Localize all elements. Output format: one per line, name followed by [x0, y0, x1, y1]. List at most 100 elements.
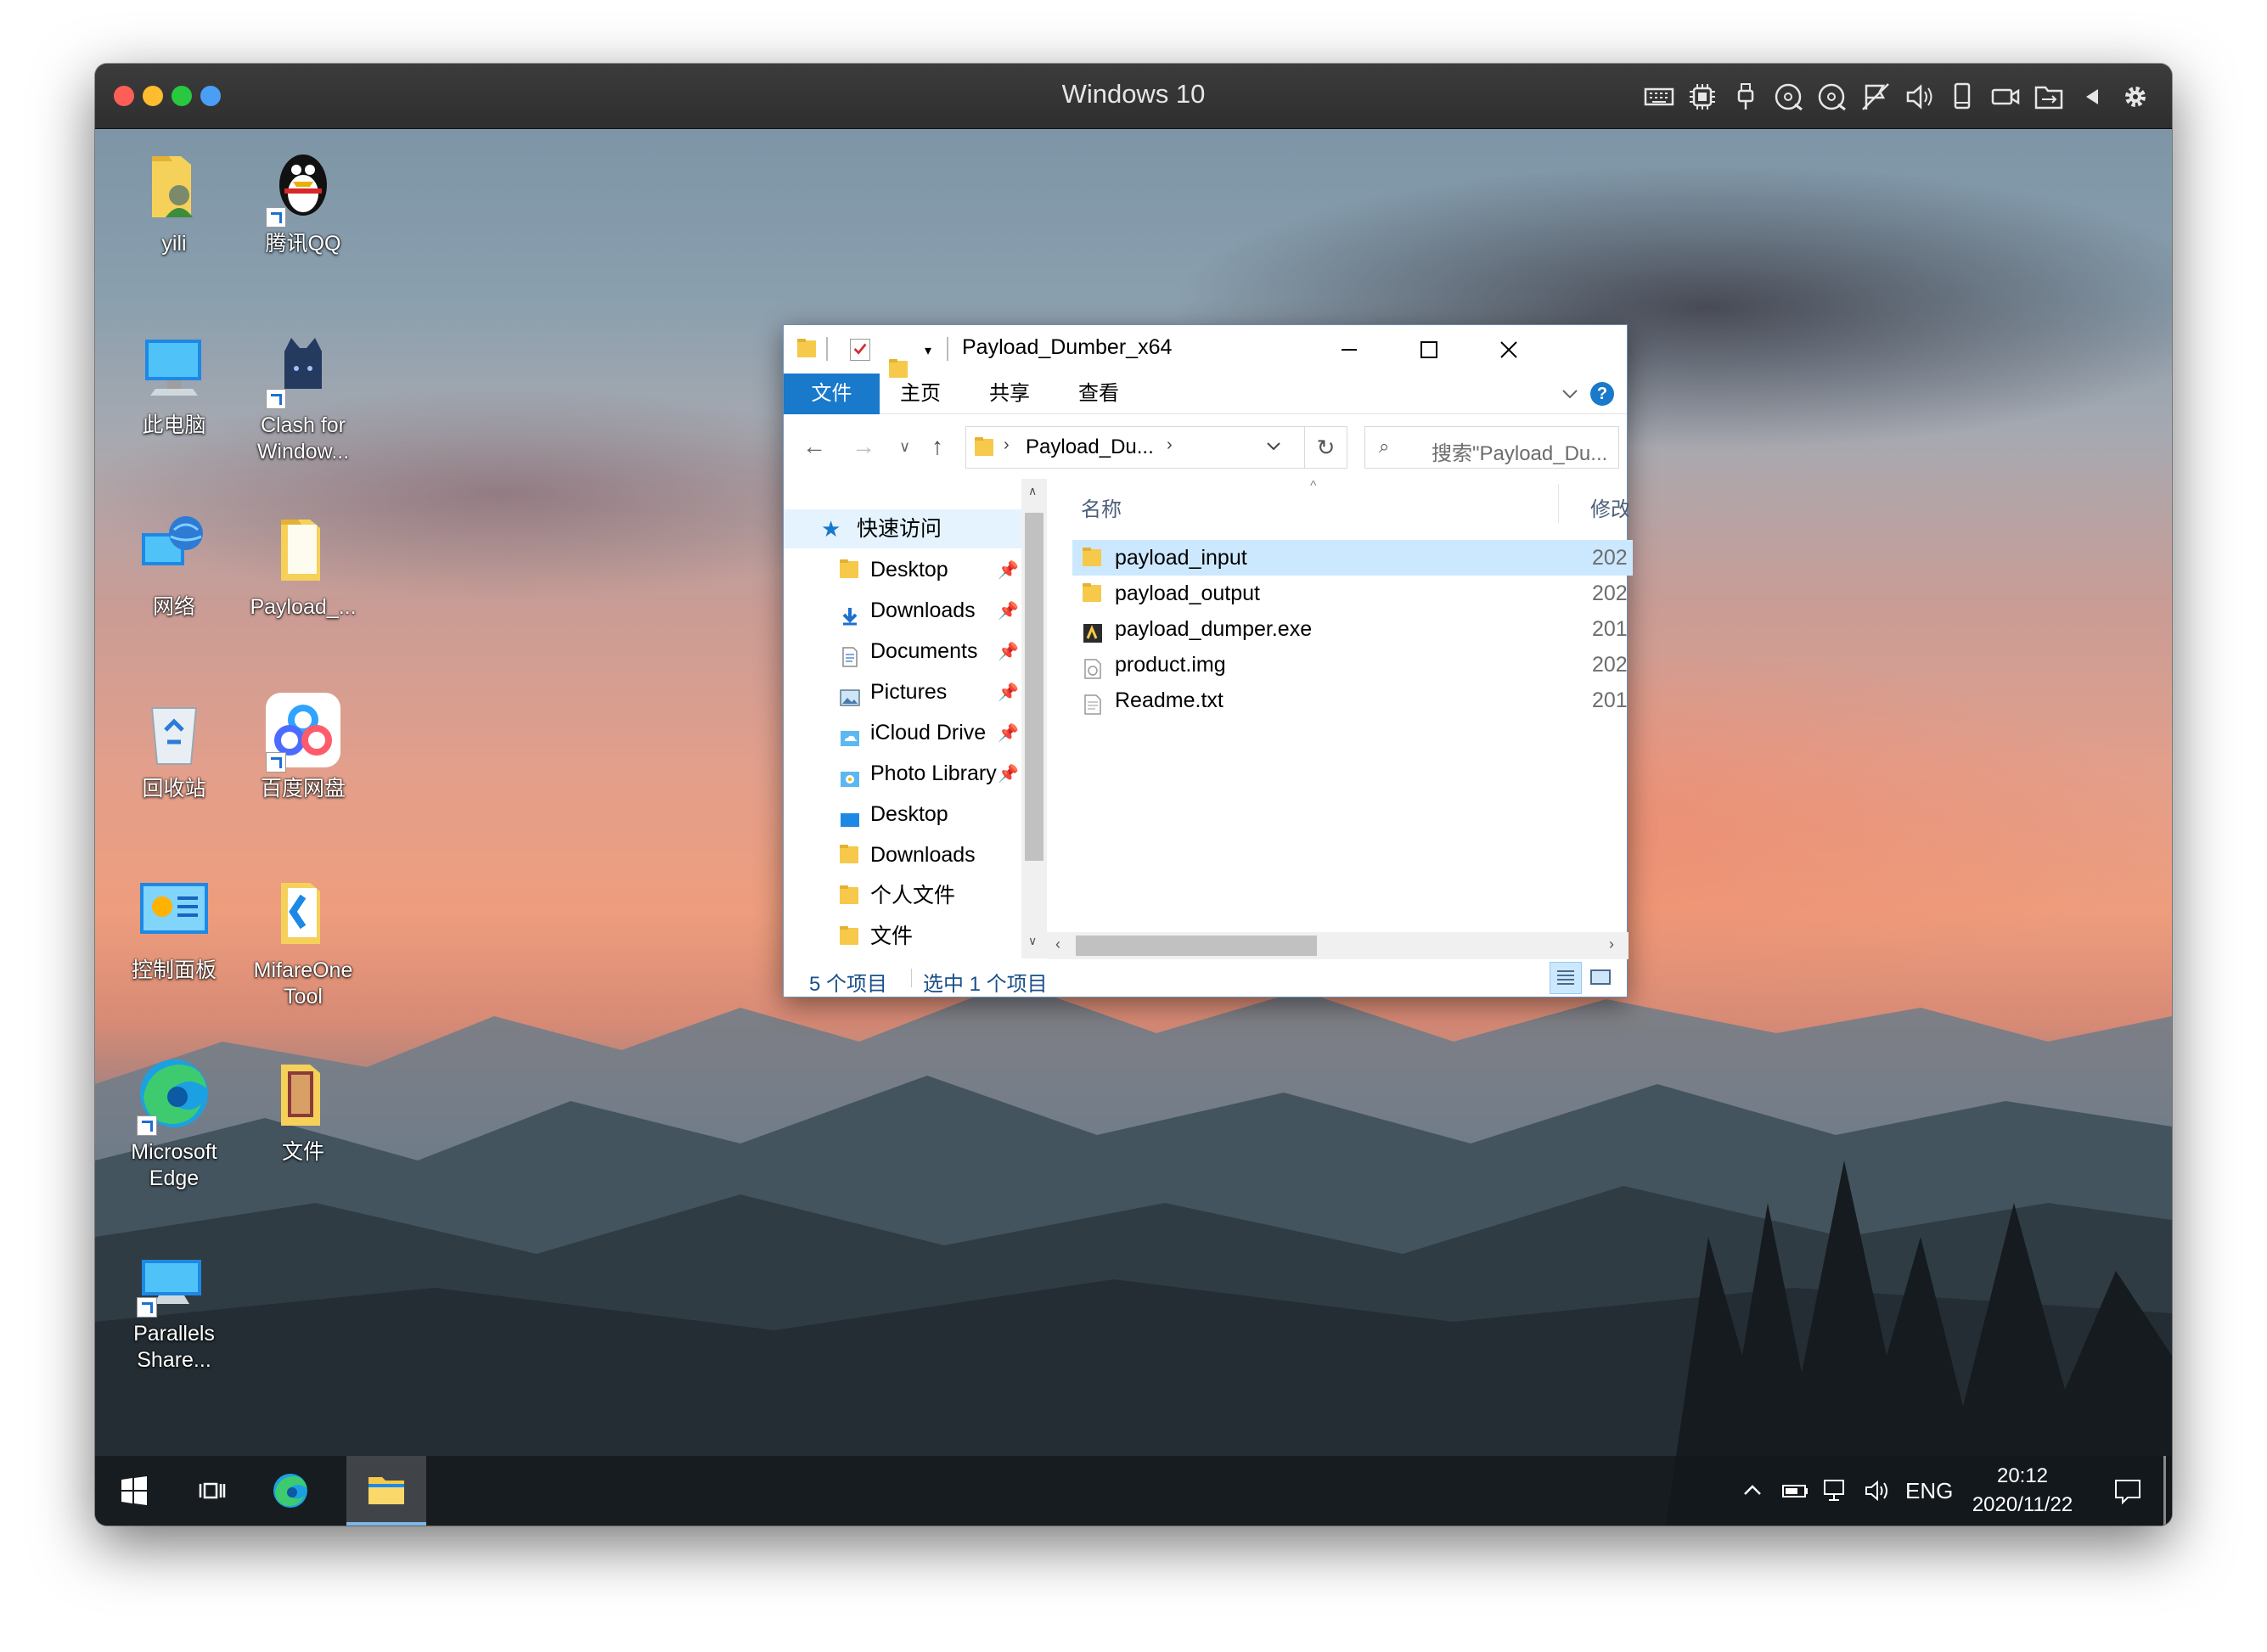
- start-button[interactable]: [95, 1456, 173, 1526]
- recent-dropdown-icon[interactable]: ∨: [899, 438, 910, 456]
- scroll-right-icon[interactable]: ›: [1609, 936, 1614, 953]
- nav-item-desktop[interactable]: Desktop 📌: [784, 550, 1030, 589]
- navigation-pane: ★ 快速访问 Desktop 📌 Downloads 📌 Documents 📌 Pi…: [784, 479, 1047, 958]
- desktop-icon-mifare[interactable]: MifareOne Tool: [239, 871, 367, 1010]
- column-header-name[interactable]: 名称: [1081, 492, 1122, 522]
- tab-view[interactable]: 查看: [1058, 374, 1139, 414]
- desktop-icon-edge[interactable]: Microsoft Edge: [110, 1053, 238, 1192]
- desktop-icon-files[interactable]: 文件: [239, 1053, 367, 1166]
- desktop-icon-recycle-bin[interactable]: 回收站: [110, 689, 238, 802]
- pin-icon[interactable]: 📌: [998, 673, 1019, 712]
- desktop-icon-clash[interactable]: Clash for Window...: [239, 326, 367, 465]
- file-row[interactable]: product.img 202: [1072, 647, 1633, 683]
- scroll-left-icon[interactable]: ‹: [1055, 936, 1060, 953]
- scrollbar-thumb[interactable]: [1076, 936, 1317, 956]
- file-row[interactable]: Readme.txt 201: [1072, 683, 1633, 718]
- task-view-button[interactable]: [173, 1456, 251, 1526]
- details-view-icon[interactable]: [1550, 962, 1582, 994]
- file-row[interactable]: payload_dumper.exe 201: [1072, 611, 1633, 647]
- no-flag-icon[interactable]: [1859, 81, 1892, 113]
- properties-icon[interactable]: [850, 339, 870, 361]
- edge-taskbar-icon[interactable]: [251, 1456, 329, 1526]
- show-hidden-icons[interactable]: [1741, 1456, 1764, 1526]
- gear-icon[interactable]: [2119, 81, 2152, 113]
- nav-item-icloud[interactable]: iCloud Drive 📌: [784, 713, 1030, 752]
- nav-quick-access[interactable]: ★ 快速访问: [784, 509, 1030, 548]
- collapse-icon[interactable]: [2076, 81, 2108, 113]
- keyboard-icon[interactable]: [1643, 81, 1675, 113]
- desktop-icon-baidu[interactable]: 百度网盘: [239, 689, 367, 802]
- maximize-button[interactable]: [1389, 325, 1469, 374]
- nav-item-downloads[interactable]: Downloads 📌: [784, 591, 1030, 630]
- desktop-icon-payload[interactable]: Payload_...: [239, 508, 367, 621]
- nav-item-desktop-2[interactable]: Desktop: [784, 795, 1030, 834]
- file-explorer-taskbar-icon[interactable]: [346, 1456, 426, 1526]
- desktop-icon-parallels[interactable]: Parallels Share...: [110, 1234, 238, 1374]
- scroll-down-icon[interactable]: ∨: [1028, 934, 1037, 948]
- cpu-icon[interactable]: [1686, 81, 1719, 113]
- nav-item-personal[interactable]: 个人文件: [784, 876, 1030, 915]
- pin-icon[interactable]: 📌: [998, 632, 1019, 671]
- parallels-share-icon: [133, 1234, 215, 1318]
- scroll-up-icon[interactable]: ∧: [1028, 484, 1037, 498]
- horizontal-scrollbar[interactable]: ‹ ›: [1047, 932, 1629, 959]
- nav-item-files[interactable]: 文件: [784, 917, 1030, 956]
- action-center-icon[interactable]: [2112, 1456, 2143, 1526]
- tab-file[interactable]: 文件: [784, 374, 880, 414]
- pin-icon[interactable]: 📌: [998, 592, 1019, 631]
- nav-item-pictures[interactable]: Pictures 📌: [784, 672, 1030, 711]
- quick-access-dropdown-icon[interactable]: ▾: [925, 342, 931, 359]
- file-row[interactable]: payload_input 202: [1072, 540, 1633, 576]
- usb-icon[interactable]: [1730, 81, 1762, 113]
- clock[interactable]: 20:12 2020/11/22: [1963, 1456, 2082, 1526]
- file-row[interactable]: payload_output 202: [1072, 576, 1633, 611]
- search-input[interactable]: ⌕ 搜索"Payload_Du...: [1364, 426, 1619, 469]
- large-icons-view-icon[interactable]: [1585, 962, 1617, 994]
- pin-icon[interactable]: 📌: [998, 551, 1019, 590]
- pin-icon[interactable]: 📌: [998, 755, 1019, 794]
- desktop-icon-user[interactable]: yili: [110, 144, 238, 257]
- cd-icon[interactable]: [1773, 81, 1805, 113]
- nav-scrollbar[interactable]: ∧ ∨: [1021, 479, 1047, 958]
- forward-arrow-icon[interactable]: →: [852, 433, 875, 460]
- tab-home[interactable]: 主页: [880, 374, 961, 414]
- cd2-icon[interactable]: [1816, 81, 1848, 113]
- help-icon[interactable]: ?: [1590, 382, 1614, 406]
- column-divider[interactable]: [1558, 484, 1559, 523]
- column-header-modified[interactable]: 修改: [1590, 492, 1629, 522]
- close-button[interactable]: [1469, 325, 1549, 374]
- minimize-button[interactable]: [1309, 325, 1389, 374]
- desktop-icon-qq[interactable]: 腾讯QQ: [239, 144, 367, 257]
- address-dropdown-icon[interactable]: [1265, 437, 1282, 458]
- nav-item-downloads-2[interactable]: Downloads: [784, 835, 1030, 874]
- expand-ribbon-icon[interactable]: [1560, 384, 1580, 408]
- pin-icon[interactable]: 📌: [998, 714, 1019, 753]
- tab-share[interactable]: 共享: [969, 374, 1050, 414]
- show-desktop-button[interactable]: [2163, 1456, 2166, 1526]
- desktop-icon-this-pc[interactable]: 此电脑: [110, 326, 238, 439]
- desktop-icon-label: yili: [161, 232, 187, 256]
- edge-browser-icon: [133, 1053, 215, 1136]
- desktop-icon-network[interactable]: 网络: [110, 508, 238, 621]
- volume-icon[interactable]: [1863, 1456, 1892, 1526]
- nav-item-photo-library[interactable]: Photo Library 📌: [784, 754, 1030, 793]
- battery-icon[interactable]: [1781, 1456, 1810, 1526]
- shared-folder-icon[interactable]: [2033, 81, 2065, 113]
- breadcrumb-chevron-icon[interactable]: ›: [1167, 435, 1173, 455]
- address-box[interactable]: › Payload_Du... ›: [965, 426, 1305, 469]
- desktop-icon-control-panel[interactable]: 控制面板: [110, 871, 238, 984]
- breadcrumb[interactable]: Payload_Du...: [1026, 435, 1154, 459]
- camera-icon[interactable]: [1989, 81, 2022, 113]
- back-arrow-icon[interactable]: ←: [802, 433, 826, 460]
- network-icon[interactable]: [1822, 1456, 1851, 1526]
- up-arrow-icon[interactable]: ↑: [931, 433, 943, 460]
- sound-icon[interactable]: [1903, 81, 1935, 113]
- nav-label: Desktop: [870, 802, 948, 826]
- scrollbar-thumb[interactable]: [1025, 513, 1043, 861]
- language-indicator[interactable]: ENG: [1905, 1456, 1953, 1526]
- nav-item-documents[interactable]: Documents 📌: [784, 632, 1030, 671]
- explorer-title: Payload_Dumber_x64: [962, 335, 1173, 359]
- device-icon[interactable]: [1946, 81, 1978, 113]
- refresh-icon[interactable]: ↻: [1305, 426, 1347, 469]
- file-date: 201: [1592, 688, 1628, 712]
